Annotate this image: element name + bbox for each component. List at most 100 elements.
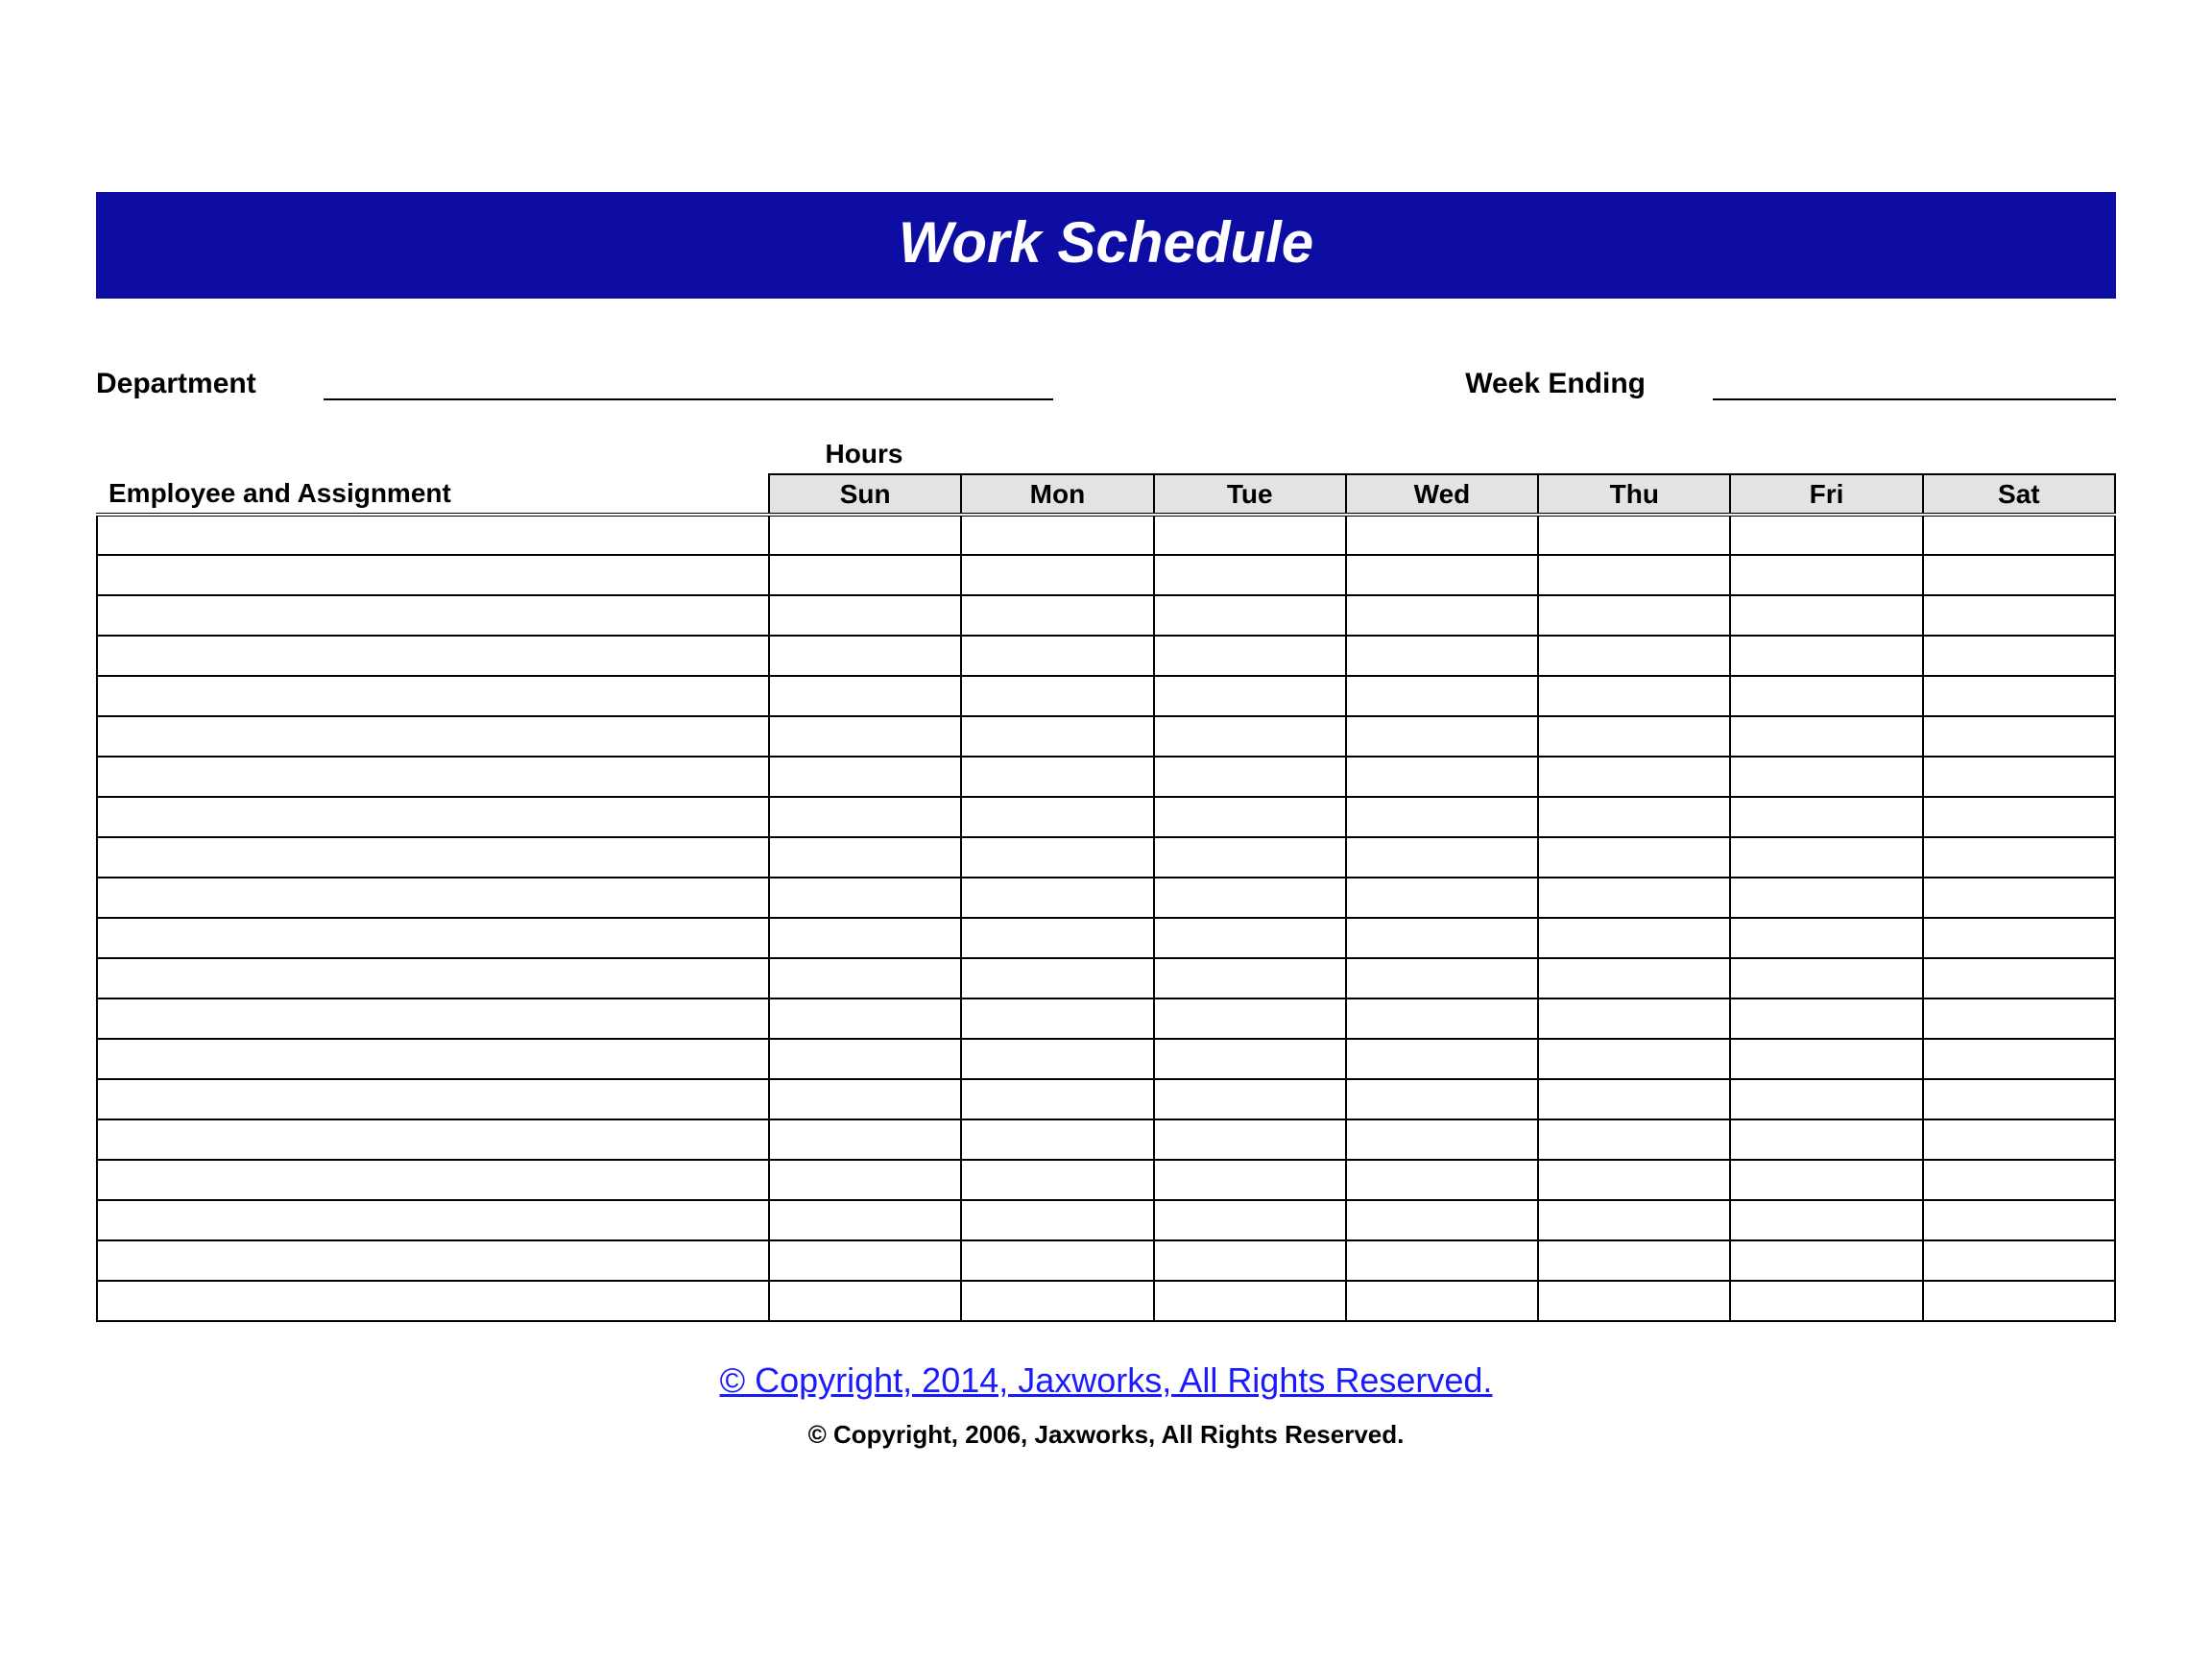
employee-cell[interactable] [97, 958, 769, 998]
hours-cell[interactable] [961, 998, 1153, 1039]
employee-cell[interactable] [97, 1160, 769, 1200]
hours-cell[interactable] [1346, 1079, 1538, 1119]
employee-cell[interactable] [97, 636, 769, 676]
employee-cell[interactable] [97, 1119, 769, 1160]
hours-cell[interactable] [1346, 878, 1538, 918]
hours-cell[interactable] [1154, 797, 1346, 837]
department-field[interactable] [324, 366, 1053, 400]
copyright-link[interactable]: © Copyright, 2014, Jaxworks, All Rights … [720, 1360, 1493, 1400]
employee-cell[interactable] [97, 757, 769, 797]
hours-cell[interactable] [1154, 1240, 1346, 1281]
hours-cell[interactable] [769, 998, 961, 1039]
hours-cell[interactable] [1923, 1200, 2115, 1240]
hours-cell[interactable] [1154, 555, 1346, 595]
hours-cell[interactable] [1923, 1240, 2115, 1281]
employee-cell[interactable] [97, 918, 769, 958]
hours-cell[interactable] [769, 797, 961, 837]
employee-cell[interactable] [97, 998, 769, 1039]
hours-cell[interactable] [1923, 716, 2115, 757]
hours-cell[interactable] [769, 515, 961, 555]
hours-cell[interactable] [769, 555, 961, 595]
hours-cell[interactable] [1538, 595, 1730, 636]
hours-cell[interactable] [961, 676, 1153, 716]
hours-cell[interactable] [1346, 1240, 1538, 1281]
employee-cell[interactable] [97, 1200, 769, 1240]
hours-cell[interactable] [961, 555, 1153, 595]
hours-cell[interactable] [1730, 837, 1922, 878]
hours-cell[interactable] [1538, 1079, 1730, 1119]
hours-cell[interactable] [1730, 918, 1922, 958]
hours-cell[interactable] [961, 1160, 1153, 1200]
hours-cell[interactable] [769, 1039, 961, 1079]
hours-cell[interactable] [1346, 1281, 1538, 1321]
hours-cell[interactable] [1154, 918, 1346, 958]
hours-cell[interactable] [769, 958, 961, 998]
hours-cell[interactable] [1346, 1200, 1538, 1240]
hours-cell[interactable] [1346, 716, 1538, 757]
hours-cell[interactable] [1346, 1039, 1538, 1079]
hours-cell[interactable] [1730, 958, 1922, 998]
hours-cell[interactable] [961, 878, 1153, 918]
hours-cell[interactable] [961, 515, 1153, 555]
hours-cell[interactable] [1346, 998, 1538, 1039]
hours-cell[interactable] [1730, 1200, 1922, 1240]
employee-cell[interactable] [97, 1240, 769, 1281]
hours-cell[interactable] [1730, 676, 1922, 716]
hours-cell[interactable] [769, 1281, 961, 1321]
hours-cell[interactable] [1538, 676, 1730, 716]
hours-cell[interactable] [1538, 837, 1730, 878]
hours-cell[interactable] [1730, 716, 1922, 757]
hours-cell[interactable] [1154, 1039, 1346, 1079]
hours-cell[interactable] [1730, 515, 1922, 555]
hours-cell[interactable] [1730, 1079, 1922, 1119]
hours-cell[interactable] [1154, 998, 1346, 1039]
hours-cell[interactable] [769, 1200, 961, 1240]
hours-cell[interactable] [1730, 636, 1922, 676]
hours-cell[interactable] [1154, 515, 1346, 555]
employee-cell[interactable] [97, 837, 769, 878]
hours-cell[interactable] [1538, 1240, 1730, 1281]
employee-cell[interactable] [97, 515, 769, 555]
hours-cell[interactable] [1923, 998, 2115, 1039]
employee-cell[interactable] [97, 1039, 769, 1079]
employee-cell[interactable] [97, 1281, 769, 1321]
hours-cell[interactable] [1154, 1119, 1346, 1160]
hours-cell[interactable] [1538, 958, 1730, 998]
employee-cell[interactable] [97, 676, 769, 716]
hours-cell[interactable] [1346, 676, 1538, 716]
hours-cell[interactable] [1923, 636, 2115, 676]
hours-cell[interactable] [1154, 716, 1346, 757]
hours-cell[interactable] [1923, 797, 2115, 837]
hours-cell[interactable] [961, 757, 1153, 797]
hours-cell[interactable] [1730, 555, 1922, 595]
hours-cell[interactable] [769, 918, 961, 958]
hours-cell[interactable] [1538, 1281, 1730, 1321]
hours-cell[interactable] [1346, 515, 1538, 555]
hours-cell[interactable] [769, 1240, 961, 1281]
hours-cell[interactable] [1538, 1039, 1730, 1079]
hours-cell[interactable] [1154, 595, 1346, 636]
hours-cell[interactable] [1346, 797, 1538, 837]
hours-cell[interactable] [1923, 1079, 2115, 1119]
hours-cell[interactable] [1923, 595, 2115, 636]
hours-cell[interactable] [1730, 1119, 1922, 1160]
hours-cell[interactable] [961, 1240, 1153, 1281]
hours-cell[interactable] [1923, 1039, 2115, 1079]
hours-cell[interactable] [961, 1079, 1153, 1119]
hours-cell[interactable] [1923, 837, 2115, 878]
hours-cell[interactable] [1346, 837, 1538, 878]
hours-cell[interactable] [769, 595, 961, 636]
hours-cell[interactable] [1154, 1200, 1346, 1240]
hours-cell[interactable] [1538, 1200, 1730, 1240]
hours-cell[interactable] [1154, 1160, 1346, 1200]
hours-cell[interactable] [769, 676, 961, 716]
hours-cell[interactable] [1346, 958, 1538, 998]
hours-cell[interactable] [1730, 1240, 1922, 1281]
hours-cell[interactable] [769, 716, 961, 757]
hours-cell[interactable] [1730, 998, 1922, 1039]
hours-cell[interactable] [1538, 636, 1730, 676]
hours-cell[interactable] [1730, 878, 1922, 918]
hours-cell[interactable] [1923, 958, 2115, 998]
hours-cell[interactable] [1538, 716, 1730, 757]
hours-cell[interactable] [1923, 1281, 2115, 1321]
